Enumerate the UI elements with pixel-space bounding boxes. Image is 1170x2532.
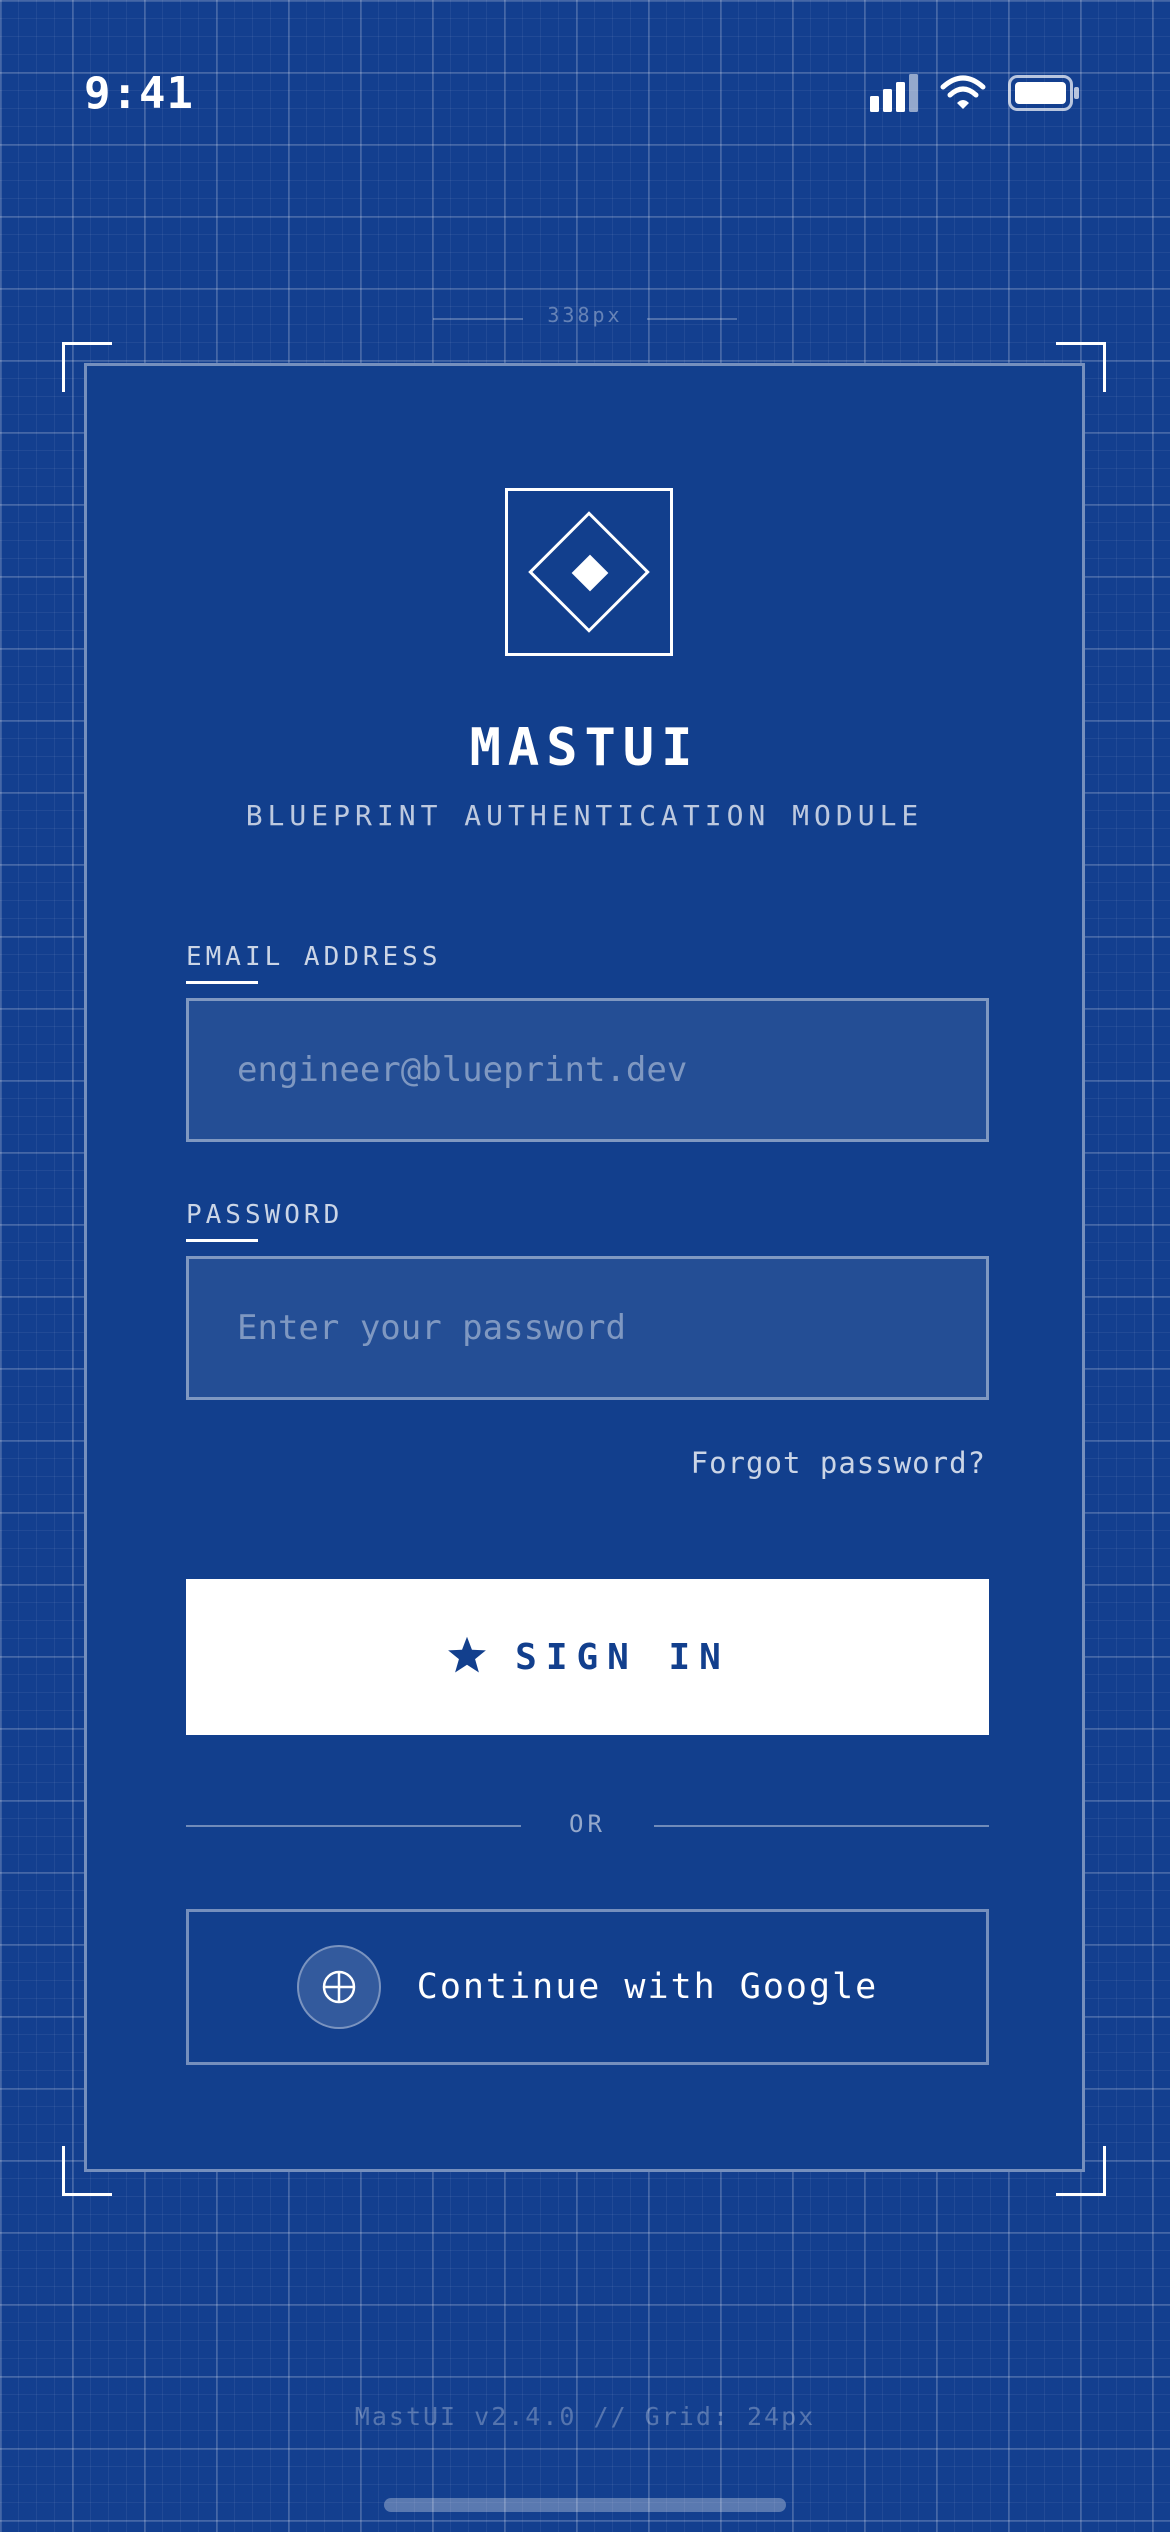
login-card: MASTUI BLUEPRINT AUTHENTICATION MODULE E… bbox=[84, 363, 1085, 2172]
email-input[interactable] bbox=[186, 998, 989, 1142]
star-icon bbox=[445, 1634, 489, 1681]
dimension-annotation: 338px bbox=[433, 303, 737, 333]
sign-in-label: SIGN IN bbox=[515, 1636, 730, 1678]
brand-tagline: BLUEPRINT AUTHENTICATION MODULE bbox=[245, 799, 924, 832]
divider-line-right bbox=[654, 1825, 989, 1827]
brand-name: MASTUI bbox=[469, 718, 700, 778]
email-label-text: EMAIL ADDRESS bbox=[186, 942, 442, 972]
email-label-underline bbox=[186, 981, 258, 984]
version-footer: MastUI v2.4.0 // Grid: 24px bbox=[354, 2402, 816, 2431]
battery-icon bbox=[1008, 75, 1080, 111]
home-indicator[interactable] bbox=[384, 2498, 786, 2512]
cellular-signal-icon bbox=[870, 74, 918, 112]
password-label-underline bbox=[186, 1239, 258, 1242]
dimension-line-right bbox=[647, 318, 737, 320]
dimension-label: 338px bbox=[547, 303, 623, 327]
wifi-icon bbox=[940, 75, 986, 111]
sign-in-button[interactable]: SIGN IN bbox=[186, 1579, 989, 1735]
globe-icon bbox=[296, 1945, 381, 2029]
divider-label: OR bbox=[569, 1810, 606, 1838]
forgot-password-link[interactable]: Forgot password? bbox=[691, 1446, 986, 1480]
email-label: EMAIL ADDRESS bbox=[186, 942, 442, 984]
password-input[interactable] bbox=[186, 1256, 989, 1400]
diamond-logo-icon bbox=[505, 488, 673, 656]
password-label: PASSWORD bbox=[186, 1200, 344, 1242]
password-label-text: PASSWORD bbox=[186, 1200, 344, 1230]
or-divider: OR bbox=[186, 1806, 989, 1846]
google-sign-in-label: Continue with Google bbox=[416, 1967, 879, 2007]
status-time: 9:41 bbox=[84, 68, 194, 119]
google-sign-in-button[interactable]: Continue with Google bbox=[186, 1909, 989, 2065]
status-icons bbox=[870, 74, 1080, 112]
